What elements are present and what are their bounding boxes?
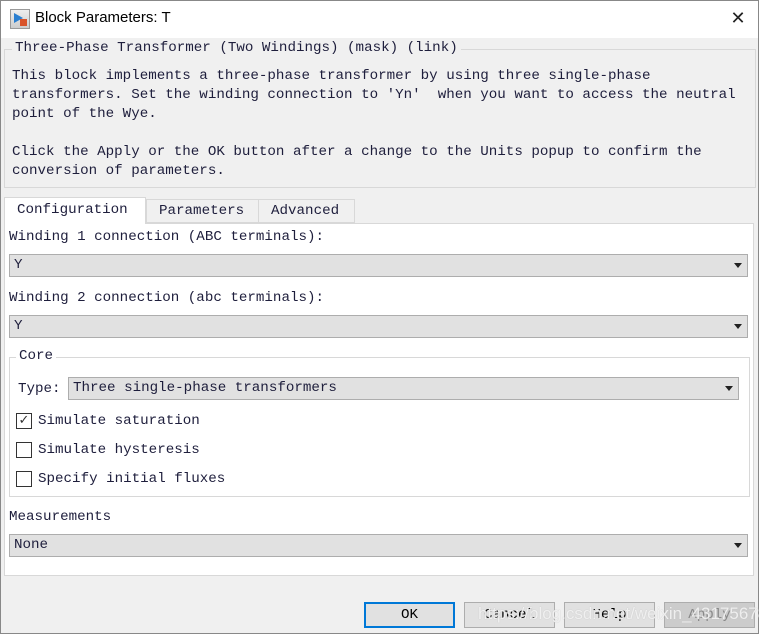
simulate-hysteresis-checkbox[interactable] [16, 442, 32, 458]
check-icon: ✓ [18, 413, 30, 428]
winding1-label: Winding 1 connection (ABC terminals): [9, 229, 325, 245]
core-type-value: Three single-phase transformers [73, 380, 337, 396]
winding2-label: Winding 2 connection (abc terminals): [9, 290, 325, 306]
close-icon[interactable]: ✕ [724, 6, 752, 32]
measurements-label: Measurements [9, 509, 112, 525]
ok-button[interactable]: OK [364, 602, 455, 628]
description-line: This block implements a three-phase tran… [12, 68, 651, 84]
tab-advanced[interactable]: Advanced [258, 199, 355, 223]
core-type-select[interactable]: Three single-phase transformers [68, 377, 739, 400]
watermark: https://blog.csdn.net/weixin_43175678 [478, 604, 759, 623]
tab-parameters[interactable]: Parameters [146, 199, 259, 223]
specify-initial-fluxes-checkbox[interactable] [16, 471, 32, 487]
winding2-value: Y [14, 318, 23, 334]
chevron-down-icon [734, 543, 742, 548]
winding2-select[interactable]: Y [9, 315, 748, 338]
description-line: transformers. Set the winding connection… [12, 87, 736, 103]
tab-configuration[interactable]: Configuration [4, 197, 146, 224]
simulate-saturation-label: Simulate saturation [38, 413, 200, 429]
chevron-down-icon [734, 324, 742, 329]
measurements-select[interactable]: None [9, 534, 748, 557]
specify-initial-fluxes-label: Specify initial fluxes [38, 471, 226, 487]
winding1-value: Y [14, 257, 23, 273]
chevron-down-icon [725, 386, 733, 391]
description-legend: Three-Phase Transformer (Two Windings) (… [12, 40, 461, 56]
simulate-saturation-checkbox[interactable]: ✓ [16, 413, 32, 429]
description-line: Click the Apply or the OK button after a… [12, 144, 702, 160]
simulate-hysteresis-label: Simulate hysteresis [38, 442, 200, 458]
core-legend: Core [16, 348, 57, 364]
description-line: point of the Wye. [12, 106, 157, 122]
measurements-value: None [14, 537, 49, 553]
simulink-block-icon [10, 9, 30, 29]
winding1-select[interactable]: Y [9, 254, 748, 277]
chevron-down-icon [734, 263, 742, 268]
window-title: Block Parameters: T [35, 9, 171, 26]
core-type-label: Type: [18, 381, 61, 397]
description-line: conversion of parameters. [12, 163, 225, 179]
